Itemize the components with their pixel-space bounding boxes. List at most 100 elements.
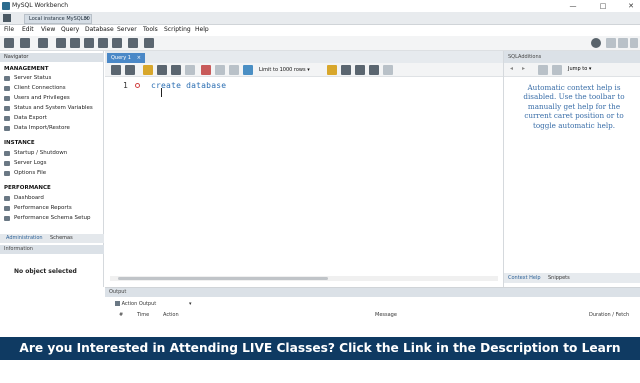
nav-performance-reports[interactable]: Performance Reports [4,205,72,211]
create-procedure-icon[interactable] [98,38,108,48]
connection-tab[interactable]: Local instance MySQL80 × [24,14,92,24]
sql-editor[interactable]: 1 create database [105,77,503,273]
sql-additions-header: SQLAdditions [504,51,640,63]
variables-icon [4,106,10,111]
close-tab-icon[interactable]: × [85,15,89,24]
no-object-selected: No object selected [14,268,77,275]
horizontal-scrollbar[interactable] [110,276,498,281]
explain-icon[interactable] [171,65,181,75]
connection-tab-label: Local instance MySQL80 [29,16,90,22]
forward-icon[interactable]: ▸ [522,65,525,72]
promo-banner[interactable]: Are you Interested in Attending LIVE Cla… [0,337,640,378]
menu-help[interactable]: Help [195,26,209,33]
code-line[interactable]: create database [151,81,226,90]
sql-additions-tabs: Context Help Snippets [504,273,640,283]
chevron-down-icon: ▾ [189,301,192,307]
home-icon[interactable] [3,14,11,22]
workbench-logo-icon [2,2,10,10]
find-icon[interactable] [341,65,351,75]
title-bar: MySQL Workbench — □ ✕ [0,0,640,12]
schema-inspector-icon[interactable] [38,38,48,48]
menu-query[interactable]: Query [61,26,79,33]
create-view-icon[interactable] [84,38,94,48]
menu-view[interactable]: View [41,26,55,33]
nav-users-privileges[interactable]: Users and Privileges [4,95,70,101]
create-function-icon[interactable] [112,38,122,48]
nav-options-file[interactable]: Options File [4,170,46,176]
scrollbar-thumb[interactable] [118,277,328,280]
main-toolbar [0,36,640,51]
dashboard-icon [4,196,10,201]
toggle-stop-on-error-icon[interactable] [201,65,211,75]
nav-data-export[interactable]: Data Export [4,115,47,121]
execute-icon[interactable] [143,65,153,75]
rollback-icon[interactable] [229,65,239,75]
output-type-select[interactable]: Action Output ▾ [115,300,195,308]
nav-data-import[interactable]: Data Import/Restore [4,125,70,131]
invisible-chars-icon[interactable] [369,65,379,75]
col-number: # [119,312,124,318]
reports-icon [4,206,10,211]
tab-schemas[interactable]: Schemas [50,235,73,241]
manual-help-icon[interactable] [552,65,562,75]
maximize-button[interactable]: □ [596,1,610,11]
startup-icon [4,151,10,156]
breakpoint-marker-icon [135,83,140,88]
close-query-tab-icon[interactable]: × [137,53,141,63]
nav-startup-shutdown[interactable]: Startup / Shutdown [4,150,67,156]
arrow-down-icon: ⬇ [336,364,347,378]
menu-bar: File Edit View Query Database Server Too… [0,25,640,36]
nav-server-logs[interactable]: Server Logs [4,160,46,166]
chevron-down-icon: ▾ [307,67,310,73]
toggle-sidebar-icon[interactable] [606,38,616,48]
close-button[interactable]: ✕ [624,1,638,11]
commit-icon[interactable] [215,65,225,75]
toggle-auto-help-icon[interactable] [538,65,548,75]
performance-section-title: PERFORMANCE [4,185,51,191]
menu-tools[interactable]: Tools [143,26,158,33]
search-icon[interactable] [355,65,365,75]
create-schema-icon[interactable] [56,38,66,48]
settings-icon[interactable] [591,38,601,48]
tab-context-help[interactable]: Context Help [508,275,541,281]
nav-server-status[interactable]: Server Status [4,75,51,81]
nav-performance-schema[interactable]: Performance Schema Setup [4,215,90,221]
reconnect-icon[interactable] [144,38,154,48]
nav-status-variables[interactable]: Status and System Variables [4,105,93,111]
back-icon[interactable]: ◂ [510,65,513,72]
open-file-icon[interactable] [111,65,121,75]
wrap-lines-icon[interactable] [383,65,393,75]
nav-client-connections[interactable]: Client Connections [4,85,66,91]
toggle-secondary-sidebar-icon[interactable] [630,38,638,48]
search-table-data-icon[interactable] [128,38,138,48]
minimize-button[interactable]: — [566,1,580,11]
save-icon[interactable] [125,65,135,75]
logs-icon [4,161,10,166]
menu-edit[interactable]: Edit [22,26,34,33]
col-message: Message [375,312,397,318]
menu-scripting[interactable]: Scripting [164,26,191,33]
create-table-icon[interactable] [70,38,80,48]
tab-snippets[interactable]: Snippets [548,275,570,281]
open-sql-script-icon[interactable] [20,38,30,48]
wrench-icon [4,171,10,176]
tab-administration[interactable]: Administration [6,235,43,241]
server-status-icon [4,76,10,81]
menu-database[interactable]: Database [85,26,114,33]
execute-current-icon[interactable] [157,65,167,75]
navigator-header: Navigator [0,53,104,62]
menu-server[interactable]: Server [117,26,137,33]
beautify-icon[interactable] [327,65,337,75]
toggle-output-icon[interactable] [618,38,628,48]
jump-to-select[interactable]: Jump to ▾ [568,66,591,72]
stop-icon[interactable] [185,65,195,75]
autocommit-icon[interactable] [243,65,253,75]
menu-file[interactable]: File [4,26,14,33]
navigator-panel: Navigator MANAGEMENT Server Status Clien… [0,51,104,287]
tab-query-1[interactable]: Query 1 × [107,53,145,63]
new-sql-tab-icon[interactable] [4,38,14,48]
nav-dashboard[interactable]: Dashboard [4,195,44,201]
query-tab-bar: Query 1 × [105,51,503,63]
limit-rows-select[interactable]: Limit to 1000 rows ▾ [259,65,319,75]
window-title: MySQL Workbench [12,2,69,9]
